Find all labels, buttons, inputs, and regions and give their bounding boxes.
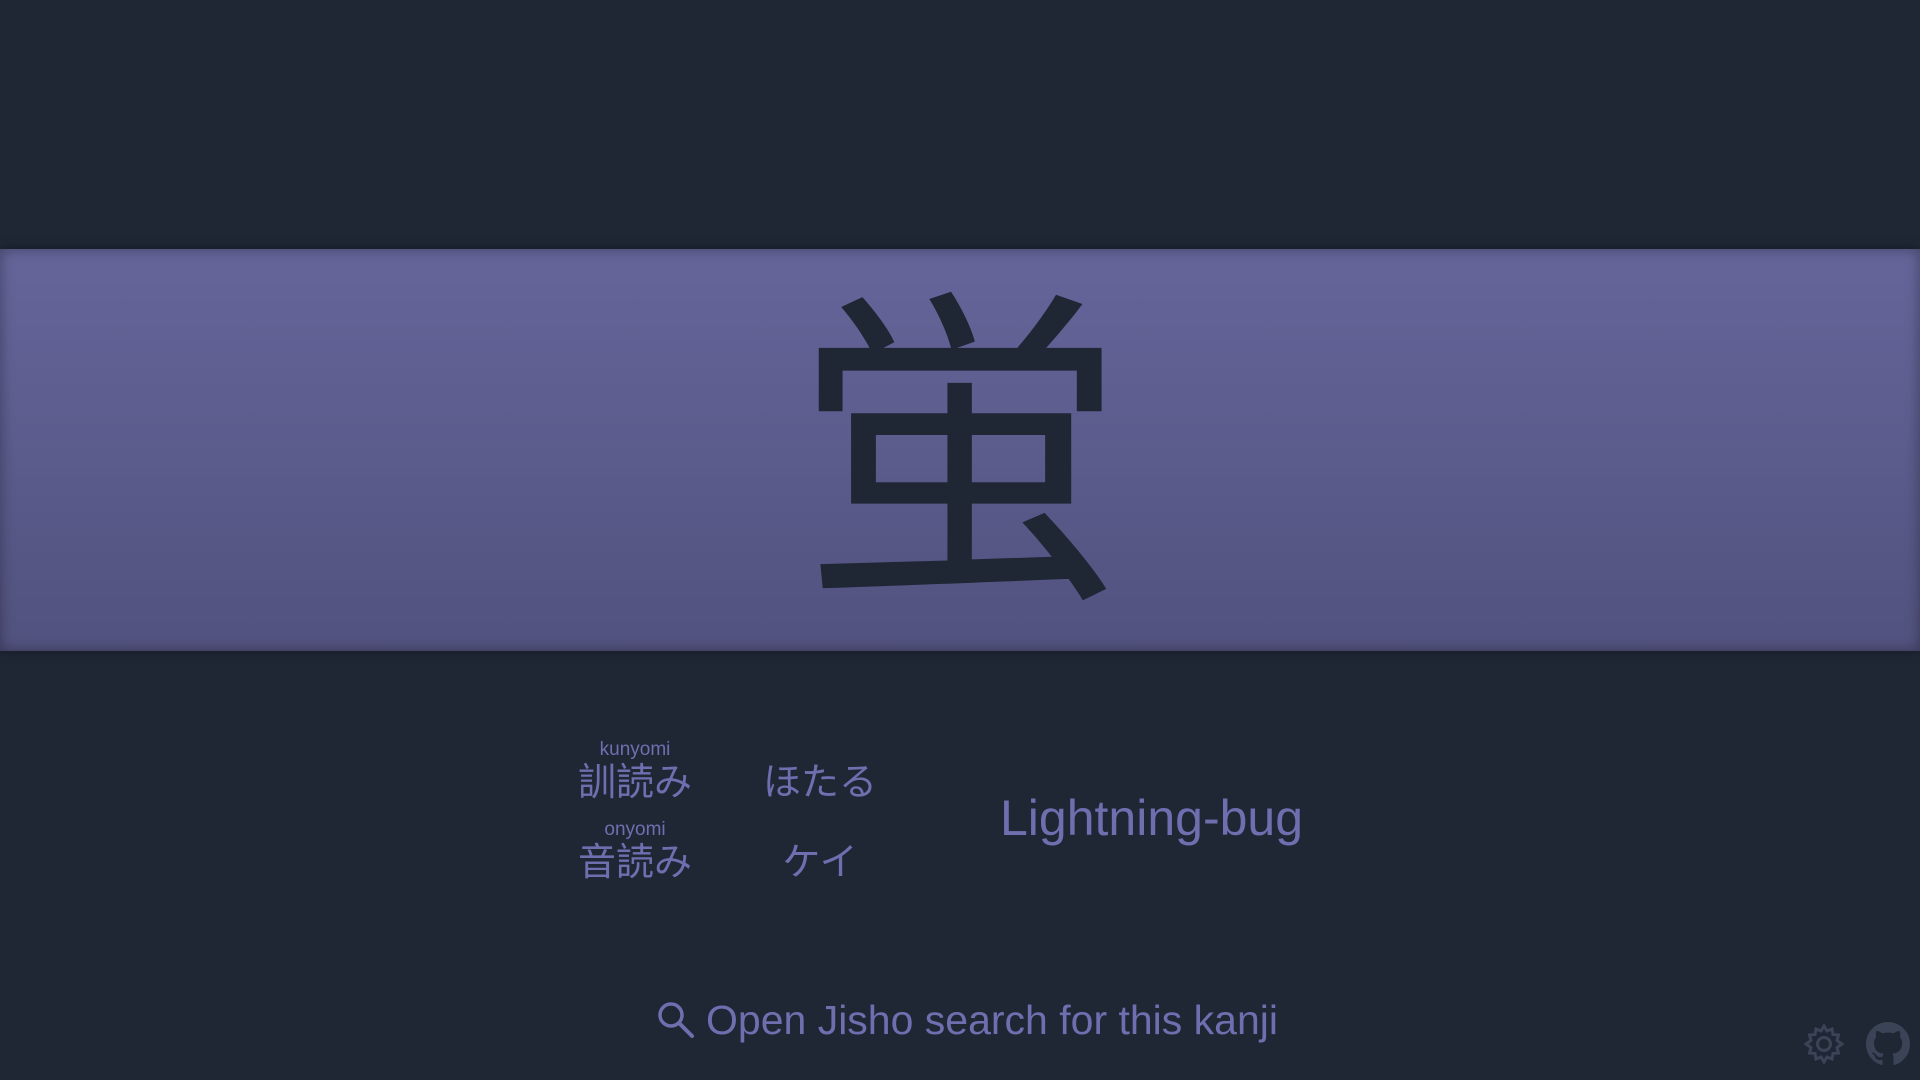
onyomi-row: onyomi 音読み ケイ (560, 820, 960, 890)
jisho-search-link[interactable]: Open Jisho search for this kanji (656, 990, 1278, 1050)
kunyomi-label: kunyomi 訓読み (560, 739, 710, 805)
kunyomi-furigana: kunyomi (599, 739, 671, 760)
onyomi-label: onyomi 音読み (560, 819, 710, 885)
github-icon[interactable] (1866, 1022, 1910, 1066)
kunyomi-row: kunyomi 訓読み ほたる (560, 740, 960, 810)
kunyomi-label-text: 訓読み (577, 760, 692, 804)
kanji-page: 蛍 kunyomi 訓読み ほたる onyomi 音読み ケイ Lightnin… (0, 0, 1920, 1080)
gear-icon[interactable] (1802, 1022, 1846, 1066)
kunyomi-value: ほたる (762, 760, 877, 804)
readings-panel: kunyomi 訓読み ほたる onyomi 音読み ケイ (560, 740, 960, 890)
onyomi-furigana: onyomi (604, 819, 666, 840)
onyomi-value: ケイ (782, 840, 858, 884)
onyomi-label-text: 音読み (577, 840, 692, 884)
jisho-search-label: Open Jisho search for this kanji (706, 996, 1278, 1043)
corner-toolbar (1782, 1022, 1910, 1066)
kanji-character: 蛍 (795, 263, 1125, 647)
kanji-meaning: Lightning-bug (1000, 790, 1304, 846)
search-icon (658, 1002, 694, 1038)
kanji-display-band: 蛍 (0, 249, 1920, 651)
